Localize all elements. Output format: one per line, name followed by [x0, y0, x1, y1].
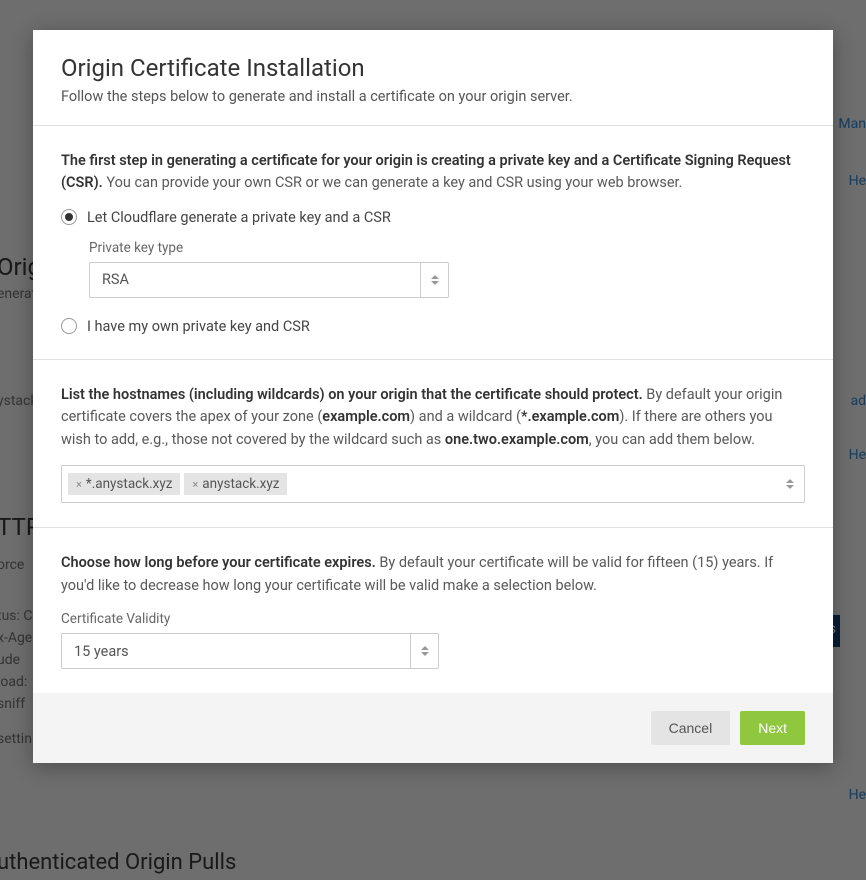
- step1-rest: You can provide your own CSR or we can g…: [103, 174, 683, 191]
- chevron-updown-icon: [410, 634, 438, 668]
- tag-text: *.anystack.xyz: [86, 476, 173, 492]
- modal-subtitle: Follow the steps below to generate and i…: [61, 88, 805, 105]
- radio-cloudflare-generate[interactable]: Let Cloudflare generate a private key an…: [61, 209, 805, 226]
- validity-label: Certificate Validity: [61, 611, 805, 627]
- radio-own-csr[interactable]: I have my own private key and CSR: [61, 318, 805, 335]
- section-step1: The first step in generating a certifica…: [33, 126, 833, 360]
- step3-bold: Choose how long before your certificate …: [61, 554, 376, 571]
- hostname-tag[interactable]: × anystack.xyz: [184, 473, 287, 495]
- step3-text: Choose how long before your certificate …: [61, 552, 805, 597]
- step2-text: List the hostnames (including wildcards)…: [61, 384, 805, 451]
- modal-header: Origin Certificate Installation Follow t…: [33, 30, 833, 126]
- section-step3: Choose how long before your certificate …: [33, 528, 833, 693]
- validity-value: 15 years: [62, 634, 410, 668]
- hostname-tag-input[interactable]: × *.anystack.xyz × anystack.xyz: [61, 465, 805, 503]
- radio-indicator-unchecked: [61, 318, 77, 334]
- cancel-button[interactable]: Cancel: [651, 711, 731, 745]
- private-key-select[interactable]: RSA: [89, 262, 449, 298]
- tag-remove-icon[interactable]: ×: [192, 478, 198, 491]
- step1-text: The first step in generating a certifica…: [61, 150, 805, 195]
- tag-remove-icon[interactable]: ×: [76, 478, 82, 491]
- hostname-tag[interactable]: × *.anystack.xyz: [68, 473, 180, 495]
- modal-title: Origin Certificate Installation: [61, 54, 805, 82]
- radio1-label: Let Cloudflare generate a private key an…: [87, 209, 391, 226]
- chevron-updown-icon: [786, 479, 794, 489]
- origin-cert-modal: Origin Certificate Installation Follow t…: [33, 30, 833, 763]
- radio-indicator-checked: [61, 209, 77, 225]
- next-button[interactable]: Next: [740, 711, 805, 745]
- modal-footer: Cancel Next: [33, 693, 833, 763]
- tag-text: anystack.xyz: [202, 476, 279, 492]
- chevron-updown-icon: [420, 263, 448, 297]
- private-key-value: RSA: [90, 263, 420, 297]
- step2-bold: List the hostnames (including wildcards)…: [61, 386, 643, 403]
- section-step2: List the hostnames (including wildcards)…: [33, 360, 833, 528]
- private-key-label: Private key type: [89, 240, 805, 256]
- radio2-label: I have my own private key and CSR: [87, 318, 310, 335]
- modal-overlay: Origin Certificate Installation Follow t…: [0, 0, 866, 880]
- private-key-field: Private key type RSA: [89, 240, 805, 298]
- validity-select[interactable]: 15 years: [61, 633, 439, 669]
